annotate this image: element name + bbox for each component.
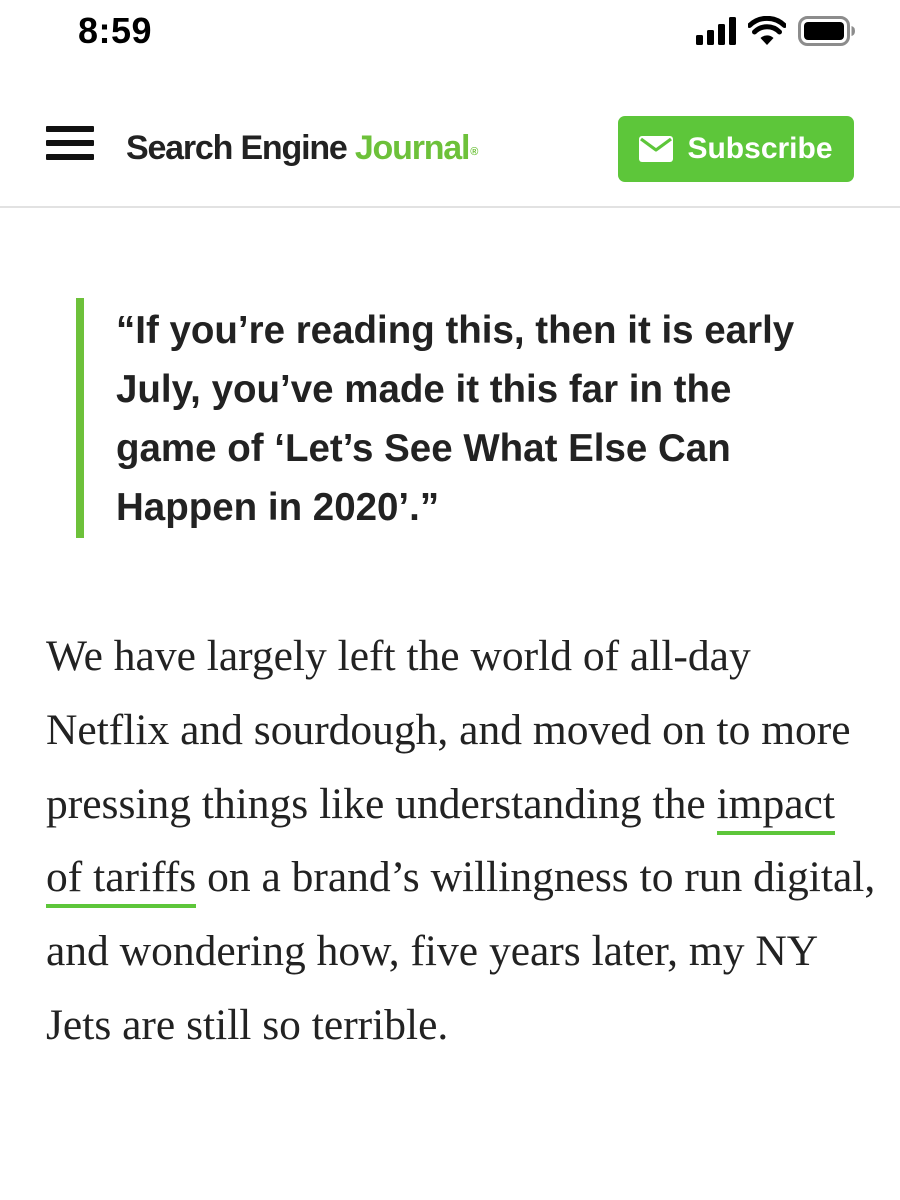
site-logo[interactable]: Search Engine Journal®	[126, 126, 478, 170]
status-icons	[696, 16, 856, 46]
wifi-icon	[748, 16, 786, 45]
status-bar: 8:59	[0, 0, 900, 62]
envelope-icon	[639, 136, 674, 162]
logo-text-primary: Search Engine	[126, 129, 355, 167]
status-time: 8:59	[78, 10, 153, 51]
subscribe-label: Subscribe	[687, 132, 833, 165]
signal-icon	[696, 17, 736, 45]
site-header: Search Engine Journal® Subscribe	[0, 62, 900, 208]
article-paragraph: We have largely left the world of all-da…	[46, 620, 876, 1063]
pull-quote: “If you’re reading this, then it is earl…	[76, 298, 836, 538]
logo-registered-mark: ®	[470, 146, 478, 158]
pull-quote-text: “If you’re reading this, then it is earl…	[116, 309, 795, 529]
battery-icon	[798, 16, 855, 46]
hamburger-menu-icon[interactable]	[46, 126, 94, 164]
article-body: We have largely left the world of all-da…	[46, 620, 876, 1063]
logo-text-accent: Journal	[354, 129, 471, 167]
subscribe-button[interactable]: Subscribe	[618, 116, 854, 182]
